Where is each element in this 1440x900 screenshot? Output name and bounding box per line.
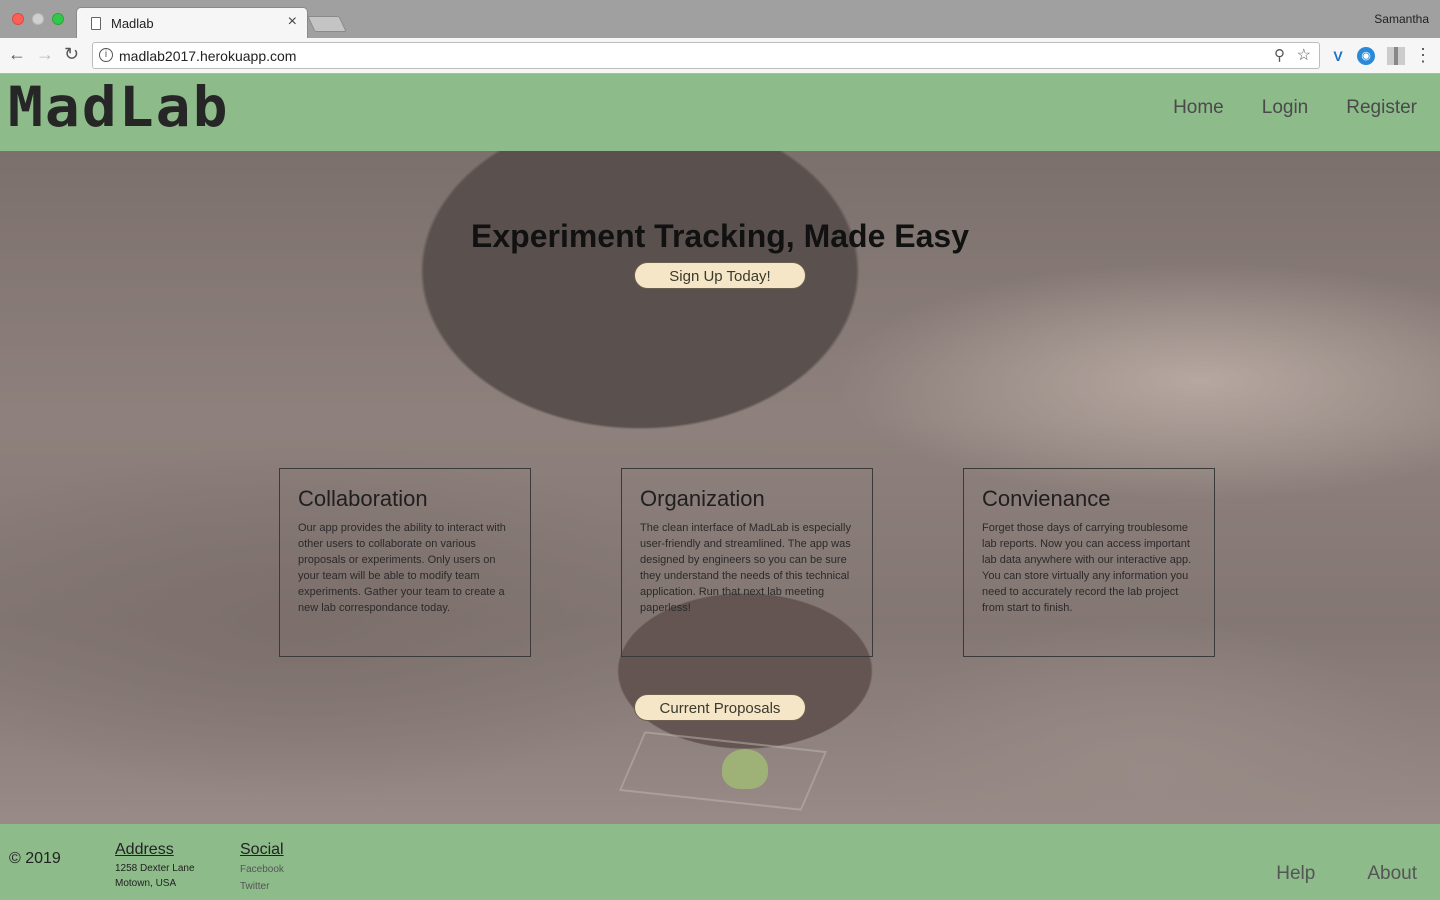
tab-close-icon[interactable]: × <box>288 13 297 31</box>
hero-section: Experiment Tracking, Made Easy Sign Up T… <box>0 151 1440 824</box>
feature-title: Organization <box>640 486 765 511</box>
tab-title: Madlab <box>111 16 154 31</box>
twitter-link[interactable]: Twitter <box>240 878 284 895</box>
address-heading[interactable]: Address <box>115 841 195 859</box>
zoom-icon[interactable]: ⚲ <box>1274 46 1285 64</box>
footer-about-link[interactable]: About <box>1367 863 1417 885</box>
facebook-link[interactable]: Facebook <box>240 861 284 878</box>
window-maximize-button[interactable] <box>52 13 64 25</box>
footer-help-link[interactable]: Help <box>1276 863 1315 885</box>
hero-title: Experiment Tracking, Made Easy <box>471 218 969 254</box>
url-text[interactable]: madlab2017.herokuapp.com <box>119 48 296 64</box>
feature-title: Convienance <box>982 486 1111 511</box>
info-icon[interactable]: i <box>99 48 113 62</box>
nav-home[interactable]: Home <box>1173 97 1224 119</box>
site-header: MadLab Home Login Register <box>0 74 1440 151</box>
address-line: Motown, USA <box>115 878 177 889</box>
back-icon[interactable]: ← <box>8 44 26 65</box>
copyright: © 2019 <box>9 850 61 867</box>
browser-titlebar: Madlab × Samantha <box>0 0 1440 38</box>
star-icon[interactable]: ☆ <box>1297 45 1311 65</box>
nav-register[interactable]: Register <box>1346 97 1417 119</box>
feature-body: Forget those days of carrying troublesom… <box>982 522 1192 614</box>
browser-tab[interactable]: Madlab × <box>76 7 308 38</box>
main-nav: Home Login Register <box>1173 97 1417 119</box>
menu-icon[interactable]: ⋮ <box>1414 45 1432 66</box>
nav-login[interactable]: Login <box>1262 97 1309 119</box>
extension-icon[interactable] <box>1387 47 1405 65</box>
address-bar[interactable]: i madlab2017.herokuapp.com ⚲ ☆ <box>92 42 1320 69</box>
site-footer: © 2019 Address 1258 Dexter Lane Motown, … <box>0 824 1440 900</box>
feature-body: The clean interface of MadLab is especia… <box>640 522 851 614</box>
footer-nav: Help About <box>1276 863 1417 885</box>
extension-icon[interactable]: ◉ <box>1357 47 1375 65</box>
social-heading[interactable]: Social <box>240 841 284 859</box>
address-line: 1258 Dexter Lane <box>115 863 195 874</box>
footer-address: Address 1258 Dexter Lane Motown, USA <box>115 841 195 891</box>
footer-social: Social Facebook Twitter <box>240 841 284 895</box>
forward-icon[interactable]: → <box>36 44 54 65</box>
page: MadLab Home Login Register Experiment Tr… <box>0 74 1440 900</box>
reload-icon[interactable]: ↻ <box>64 44 79 65</box>
site-logo[interactable]: MadLab <box>8 79 230 134</box>
feature-title: Collaboration <box>298 486 428 511</box>
feature-card: Convienance Forget those days of carryin… <box>963 468 1215 657</box>
new-tab-button[interactable] <box>307 16 347 32</box>
feature-card: Collaboration Our app provides the abili… <box>279 468 531 657</box>
signup-button[interactable]: Sign Up Today! <box>634 262 806 289</box>
window-minimize-button[interactable] <box>32 13 44 25</box>
extension-icon[interactable]: V <box>1329 47 1347 65</box>
feature-body: Our app provides the ability to interact… <box>298 522 506 614</box>
page-icon <box>91 17 101 30</box>
current-proposals-button[interactable]: Current Proposals <box>634 694 806 721</box>
profile-name[interactable]: Samantha <box>1374 12 1429 26</box>
browser-toolbar: ← → ↻ i madlab2017.herokuapp.com ⚲ ☆ V ◉… <box>0 38 1440 74</box>
window-close-button[interactable] <box>12 13 24 25</box>
feature-card: Organization The clean interface of MadL… <box>621 468 873 657</box>
